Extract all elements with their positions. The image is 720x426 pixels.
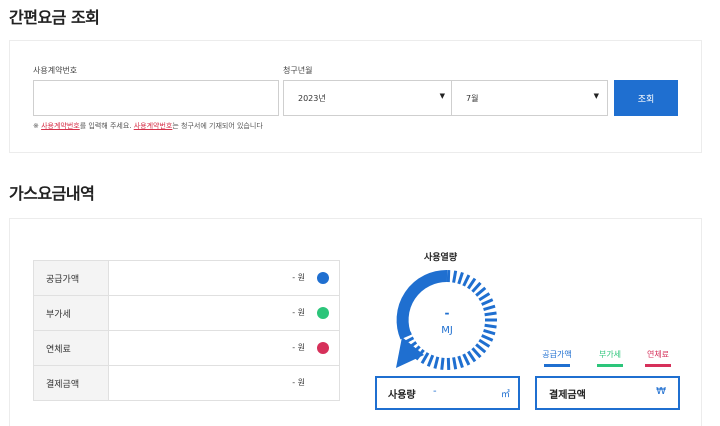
- gauge-tick: [452, 357, 458, 370]
- gas-fee-panel: 공급가액 - 원 부가세 - 원 연체료 - 원 결제금액 - 원 사용열량 -…: [9, 218, 702, 426]
- notice-contract-link[interactable]: 사용계약번호: [41, 122, 80, 130]
- gauge-pointer: [396, 337, 424, 368]
- section-title: 가스요금내역: [9, 184, 95, 203]
- payment-display: 결제금액 ₩: [535, 376, 680, 410]
- gauge-title: 사용열량: [424, 253, 458, 263]
- notice-text: ※ 사용계약번호를 입력해 주세요. 사용계약번호는 청구서에 기재되어 있습니…: [33, 121, 263, 131]
- month-select-value: 7월: [466, 94, 479, 103]
- gauge-unit: MJ: [441, 325, 453, 336]
- legend-swatch: [544, 364, 570, 367]
- usage-display: 사용량 - ㎥: [375, 376, 520, 410]
- legend-item: 부가세: [590, 349, 630, 367]
- notice-suffix: 는 청구서에 기재되어 있습니다: [172, 122, 263, 130]
- fee-amount: - 원: [292, 273, 305, 282]
- gauge-tick: [478, 292, 491, 302]
- fee-label: 부가세: [33, 295, 109, 331]
- contract-number-label: 사용계약번호: [33, 66, 78, 75]
- gauge-tick: [452, 270, 458, 283]
- legend-item: 공급가액: [537, 349, 577, 367]
- fee-table: 공급가액 - 원 부가세 - 원 연체료 - 원 결제금액 - 원: [33, 260, 340, 401]
- legend-swatch: [645, 364, 671, 367]
- gauge-tick: [484, 323, 497, 329]
- supply-dot-icon: [317, 272, 329, 284]
- payment-label: 결제금액: [549, 390, 586, 401]
- fee-label: 공급가액: [33, 260, 109, 296]
- gauge-tick: [462, 353, 471, 366]
- fee-value-cell: - 원: [108, 365, 340, 401]
- late-fee-dot-icon: [317, 342, 329, 354]
- gauge-tick: [484, 311, 497, 317]
- legend-label: 공급가액: [542, 350, 572, 359]
- gauge-tick: [471, 281, 482, 293]
- gauge-tick: [471, 347, 482, 359]
- gauge-tick: [475, 286, 487, 297]
- gauge-tick: [467, 350, 477, 363]
- fee-value-cell: - 원: [108, 295, 340, 331]
- fee-value-cell: - 원: [108, 330, 340, 366]
- fee-label: 연체료: [33, 330, 109, 366]
- gauge-tick: [457, 355, 464, 369]
- legend-item: 연체료: [638, 349, 678, 367]
- legend-label: 부가세: [598, 350, 622, 359]
- gauge-value: -: [445, 306, 450, 320]
- gauge-tick: [475, 343, 487, 354]
- page-title: 간편요금 조회: [9, 8, 100, 27]
- gauge-tick: [483, 329, 496, 336]
- gauge-tick: [426, 354, 435, 367]
- legend-label: 연체료: [646, 350, 670, 359]
- notice-prefix: ※: [33, 122, 42, 130]
- gauge-tick: [462, 274, 471, 287]
- gauge-tick: [440, 357, 445, 370]
- fee-amount: - 원: [292, 343, 305, 352]
- table-row: 결제금액 - 원: [33, 365, 340, 401]
- billing-month-label: 청구년월: [283, 66, 313, 75]
- usage-value: -: [433, 386, 437, 397]
- gauge-tick: [467, 277, 477, 290]
- gauge-tick: [457, 271, 464, 285]
- table-row: 공급가액 - 원: [33, 260, 340, 296]
- usage-unit: ㎥: [500, 390, 510, 400]
- search-button[interactable]: 조회: [614, 80, 678, 116]
- table-row: 부가세 - 원: [33, 295, 340, 331]
- search-panel: 사용계약번호 청구년월 2023년 ▼ 7월 ▼ 조회 ※ 사용계약번호를 입력…: [9, 40, 702, 153]
- gauge-tick: [481, 298, 494, 306]
- table-row: 연체료 - 원: [33, 330, 340, 366]
- month-select[interactable]: 7월 ▼: [451, 80, 608, 116]
- year-select-value: 2023년: [298, 94, 326, 103]
- fee-amount: - 원: [292, 378, 305, 387]
- legend-swatch: [597, 364, 623, 367]
- contract-number-input[interactable]: [33, 80, 279, 116]
- gauge-tick: [433, 356, 440, 369]
- year-select[interactable]: 2023년 ▼: [283, 80, 453, 116]
- fee-amount: - 원: [292, 308, 305, 317]
- heat-usage-gauge: - MJ: [396, 269, 497, 371]
- notice-contract-link[interactable]: 사용계약번호: [134, 122, 173, 130]
- gauge-tick: [483, 304, 496, 311]
- gauge-tick: [481, 334, 494, 342]
- gauge-tick: [478, 338, 491, 348]
- fee-value-cell: - 원: [108, 260, 340, 296]
- chevron-down-icon: ▼: [439, 92, 445, 100]
- chevron-down-icon: ▼: [593, 92, 599, 100]
- fee-label: 결제금액: [33, 365, 109, 401]
- won-icon: ₩: [656, 386, 666, 397]
- usage-label: 사용량: [388, 390, 416, 401]
- notice-mid: 를 입력해 주세요.: [79, 122, 134, 130]
- vat-dot-icon: [317, 307, 329, 319]
